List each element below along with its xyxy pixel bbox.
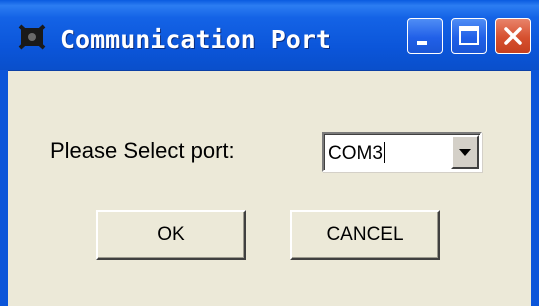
maximize-button[interactable] [451, 18, 487, 54]
cancel-button[interactable]: CANCEL [290, 210, 440, 260]
port-label: Please Select port: [50, 138, 235, 163]
window-frame-left [0, 70, 8, 306]
port-select-value[interactable]: COM3 [328, 142, 385, 165]
app-icon [18, 24, 46, 50]
maximize-icon [459, 26, 479, 45]
text-caret [383, 142, 385, 163]
title-bar[interactable]: Communication Port [0, 0, 539, 71]
communication-port-dialog: Communication Port Please Select port: C… [0, 0, 539, 306]
dropdown-button[interactable] [451, 135, 479, 169]
ok-button[interactable]: OK [96, 210, 246, 260]
minimize-icon [417, 41, 427, 45]
minimize-button[interactable] [407, 18, 443, 54]
close-icon [504, 27, 522, 45]
window-title: Communication Port [60, 25, 331, 54]
port-select[interactable]: COM3 [322, 132, 482, 172]
chevron-down-icon [459, 149, 471, 156]
window-frame-right [531, 70, 539, 306]
close-button[interactable] [495, 18, 531, 54]
